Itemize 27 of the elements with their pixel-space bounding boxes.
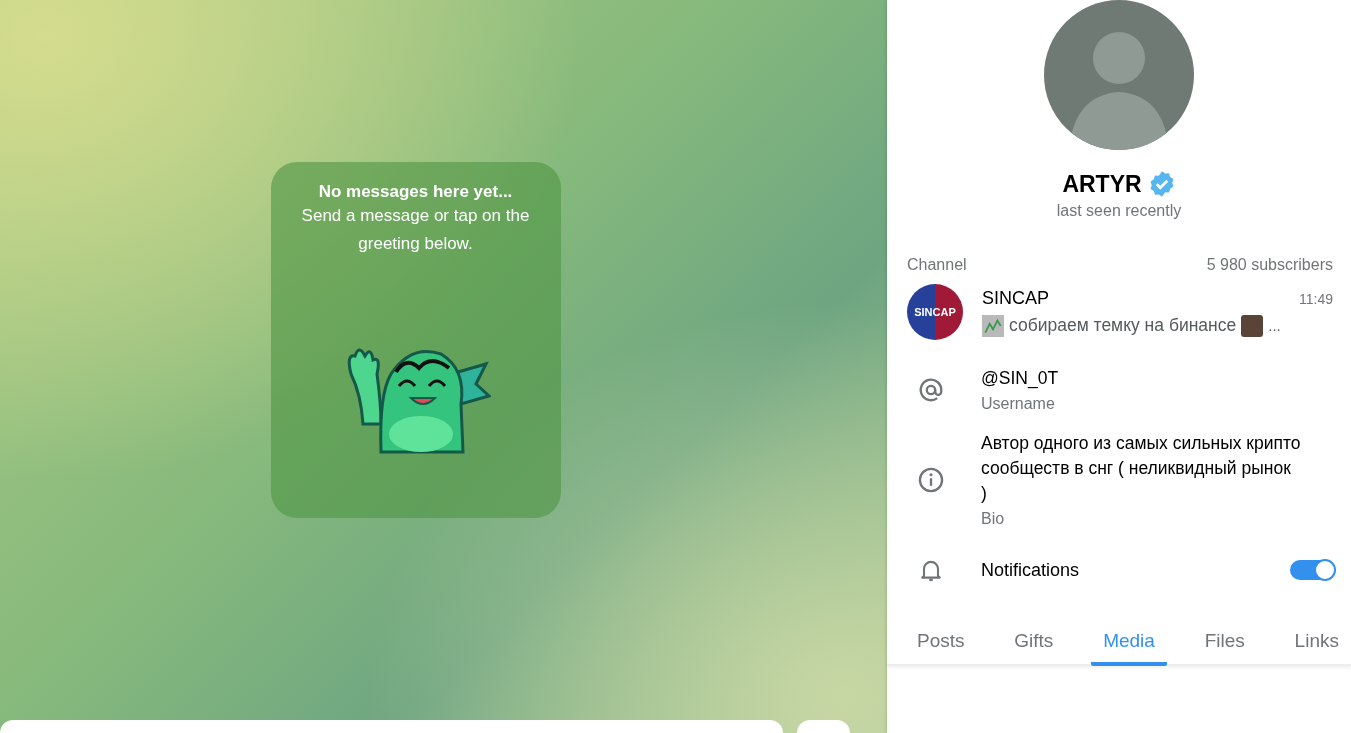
- info-label: Username: [981, 395, 1056, 413]
- preview-ellipsis: ...: [1268, 317, 1281, 334]
- notifications-toggle[interactable]: [1290, 560, 1335, 580]
- info-label: Bio: [981, 510, 1006, 528]
- tab[interactable]: Gifts: [1002, 624, 1066, 666]
- channel-name: SINCAP: [982, 287, 1050, 309]
- message-time: 11:49: [1299, 290, 1333, 307]
- tab[interactable]: Media: [1091, 624, 1167, 666]
- info-value: @SIN_0T: [981, 367, 1059, 391]
- channel-logo-icon: SINCAP: [907, 284, 963, 340]
- chart-emoji-icon: [982, 314, 1004, 337]
- photo-placeholder: [1241, 314, 1264, 337]
- empty-chat-text: Send a message or tap on the greeting below.: [300, 205, 531, 255]
- info-icon: [917, 465, 945, 494]
- message-input-field[interactable]: [0, 720, 783, 733]
- empty-chat-title: No messages here yet...: [318, 182, 513, 202]
- tab[interactable]: Files: [1192, 624, 1257, 666]
- tab[interactable]: Posts: [905, 624, 977, 666]
- tab[interactable]: Links: [1282, 624, 1351, 666]
- channel-item[interactable]: SINCAP SINCAP 11:49 собираем темку на бинансе ...: [887, 274, 1351, 340]
- notifications-label: Notifications: [981, 559, 1081, 581]
- message-preview: собираем темку на бинансе: [1009, 315, 1237, 336]
- channel-label: Channel: [907, 256, 967, 274]
- subscriber-count: 5 980 subscribers: [1206, 256, 1333, 274]
- last-seen-status: last seen recently: [1055, 202, 1183, 220]
- info-value: Автор одного из самых сильных крипто сообществ в снг ( неликвидный рынок ): [981, 432, 1301, 505]
- profile-name: ARTYR: [1062, 170, 1142, 198]
